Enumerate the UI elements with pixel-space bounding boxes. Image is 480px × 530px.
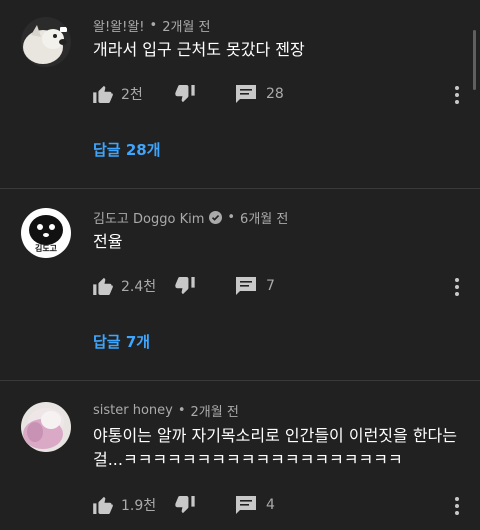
reply-button[interactable]: 7 [236,277,275,295]
comment-meta: 왈!왈!왈! • 2개월 전 [93,16,210,35]
avatar[interactable] [21,17,71,67]
thumbs-up-icon [93,85,113,103]
dislike-button[interactable] [175,496,195,514]
comment-text: 야통이는 알까 자기목소리로 인간들이 이런짓을 한다는걸...ㅋㅋㅋㅋㅋㅋㅋㅋ… [93,426,457,469]
verified-check-icon [209,211,223,224]
meta-separator: • [177,403,186,418]
like-count: 2.4천 [121,279,157,295]
dislike-button[interactable] [175,85,195,103]
avatar[interactable]: 김도고 [21,208,71,258]
reply-count: 4 [266,497,275,513]
comment-meta: sister honey • 2개월 전 [93,401,239,420]
reply-icon [236,496,256,514]
thumbs-up-icon [93,277,113,295]
reply-button[interactable]: 4 [236,496,275,514]
like-button[interactable]: 2.4천 [93,276,156,296]
divider [0,380,480,381]
scrollbar[interactable] [473,30,476,90]
thumbs-up-icon [93,496,113,514]
more-vert-icon[interactable] [452,276,462,298]
comment-text: 전율 [93,232,123,251]
thumbs-down-icon [175,277,195,295]
comment-actions: 1.9천 4 [93,493,463,517]
comment-actions: 2.4천 7 [93,274,463,298]
author-name[interactable]: sister honey [93,403,173,418]
like-button[interactable]: 2천 [93,84,143,104]
reply-count: 28 [266,86,284,102]
reply-button[interactable]: 28 [236,85,284,103]
reply-count: 7 [266,278,275,294]
more-vert-icon[interactable] [452,84,462,106]
author-name[interactable]: 김도고 Doggo Kim [93,208,204,227]
comments-page: 왈!왈!왈! • 2개월 전 개라서 입구 근처도 못갔다 젠장 2천 28 답… [0,0,480,530]
dog-avatar-image [21,17,71,67]
reply-icon [236,277,256,295]
divider [0,188,480,189]
more-vert-icon[interactable] [452,495,462,517]
avatar[interactable] [21,402,71,452]
thumbs-down-icon [175,85,195,103]
comment-time[interactable]: 6개월 전 [240,208,288,227]
meta-separator: • [227,210,236,225]
like-count: 2천 [121,87,143,103]
meta-separator: • [149,18,158,33]
comment-time[interactable]: 2개월 전 [191,401,239,420]
view-replies-link[interactable]: 답글 28개 [93,139,161,160]
thumbs-down-icon [175,496,195,514]
sister-honey-avatar-image [21,402,71,452]
view-replies-link[interactable]: 답글 7개 [93,331,150,352]
comment-text: 개라서 입구 근처도 못갔다 젠장 [93,40,305,59]
author-name[interactable]: 왈!왈!왈! [93,16,145,35]
comment-actions: 2천 28 [93,82,463,106]
dislike-button[interactable] [175,277,195,295]
comment-meta: 김도고 Doggo Kim • 6개월 전 [93,208,288,227]
like-button[interactable]: 1.9천 [93,495,156,515]
comment-time[interactable]: 2개월 전 [162,16,210,35]
like-count: 1.9천 [121,498,157,514]
reply-icon [236,85,256,103]
avatar-label: 김도고 [34,244,58,253]
